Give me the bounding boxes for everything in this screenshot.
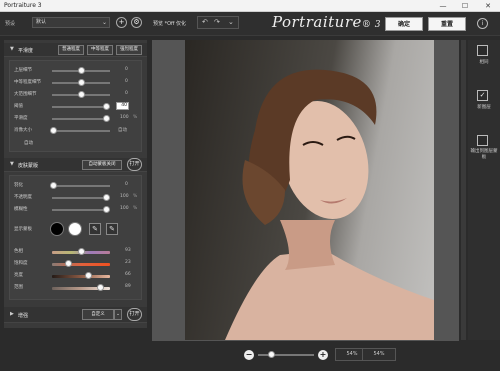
output-panel	[468, 40, 500, 340]
skin-mask-header[interactable]: ▼ 皮肤蒙版	[4, 158, 147, 172]
zoom-slider-knob[interactable]	[268, 351, 275, 358]
slider-knob[interactable]	[50, 127, 57, 134]
threshold-input[interactable]: 40	[116, 102, 129, 110]
smoothing-title: 平滑度	[18, 48, 34, 54]
slider-knob[interactable]	[50, 182, 57, 189]
preset-value: 默认	[36, 19, 47, 25]
collapse-triangle-icon: ▼	[10, 161, 14, 167]
window-title: Portraiture 3	[4, 2, 42, 9]
undo-redo-group: ↶ ↷ ⌄	[197, 16, 239, 29]
zoom-slider-track[interactable]	[258, 354, 314, 356]
slider-knob[interactable]	[103, 206, 110, 213]
eyedropper-icon[interactable]: ✎	[89, 223, 101, 235]
info-icon[interactable]: i	[477, 18, 488, 29]
slider-knob[interactable]	[78, 248, 85, 255]
mask-black-swatch[interactable]	[50, 222, 64, 236]
portrait-illustration	[225, 69, 434, 340]
output-new-layer-checkbox[interactable]: ✓	[477, 90, 488, 101]
saturation-gradient-track[interactable]	[52, 263, 110, 266]
slider-knob[interactable]	[103, 115, 110, 122]
enhance-select[interactable]: 自定义	[82, 309, 114, 320]
preset-label: 预设	[5, 21, 16, 27]
vertical-scrollbar[interactable]	[461, 40, 466, 340]
zoom-in-button[interactable]: +	[318, 350, 328, 360]
slider-knob[interactable]	[103, 194, 110, 201]
slider-knob[interactable]	[85, 272, 92, 279]
chevron-down-icon: ⌄	[101, 19, 107, 26]
ok-button[interactable]: 确定	[385, 17, 423, 31]
slider-knob[interactable]	[97, 284, 104, 291]
zoom-value-b[interactable]: 54%	[362, 348, 396, 361]
slider-track[interactable]	[52, 209, 110, 211]
show-mask-label: 显示蒙板	[14, 227, 32, 232]
skin-mask-title: 皮肤蒙版	[18, 163, 39, 169]
slider-knob[interactable]	[78, 67, 85, 74]
maximize-button[interactable]: ☐	[455, 0, 475, 12]
auto-mask-button[interactable]: 自动蒙板关闭	[82, 160, 122, 170]
expand-triangle-icon: ▶	[10, 311, 14, 317]
enhance-header[interactable]: ▶ 增强	[4, 307, 147, 323]
preview-label[interactable]: 预览 *Off 仅化	[153, 20, 186, 27]
logo: Portraiture® 3	[272, 13, 381, 31]
preset-strong-button[interactable]: 强烈程度	[116, 45, 142, 55]
slider-track[interactable]	[52, 130, 110, 132]
chevron-down-icon[interactable]: ⌄	[114, 309, 122, 320]
slider-track[interactable]	[52, 197, 110, 199]
eyedropper-minus-icon[interactable]: ✎	[106, 223, 118, 235]
title-bar: Portraiture 3 — ☐ ✕	[0, 0, 500, 12]
output-mask-label: 输出到图层蒙板	[470, 149, 498, 160]
zoom-out-button[interactable]: −	[244, 350, 254, 360]
reset-button[interactable]: 重置	[428, 17, 466, 31]
output-mask-checkbox[interactable]	[477, 135, 488, 146]
slider-track[interactable]	[52, 106, 110, 108]
skin-mask-toggle[interactable]: 打开	[127, 158, 142, 171]
slider-knob[interactable]	[65, 260, 72, 267]
gear-icon[interactable]: ⚙	[131, 17, 142, 28]
portrait-photo[interactable]	[185, 40, 434, 340]
slider-track[interactable]	[52, 185, 110, 187]
slider-knob[interactable]	[78, 91, 85, 98]
slider-track[interactable]	[52, 118, 110, 120]
mask-white-swatch[interactable]	[68, 222, 82, 236]
output-new-layer-label: 新图层	[477, 105, 491, 110]
minimize-button[interactable]: —	[433, 0, 453, 12]
preset-normal-button[interactable]: 普通程度	[58, 45, 84, 55]
collapse-triangle-icon: ▼	[10, 46, 14, 52]
preset-select[interactable]: 默认 ⌄	[32, 17, 110, 28]
close-button[interactable]: ✕	[478, 0, 498, 12]
output-same-checkbox[interactable]	[477, 45, 488, 56]
slider-knob[interactable]	[78, 79, 85, 86]
redo-icon[interactable]: ↷	[214, 18, 220, 26]
enhance-title: 增强	[18, 313, 29, 319]
slider-knob[interactable]	[103, 103, 110, 110]
enhance-toggle[interactable]: 打开	[127, 308, 142, 321]
auto-note: 自动	[24, 141, 33, 146]
plus-icon[interactable]: +	[116, 17, 127, 28]
chevron-down-icon[interactable]: ⌄	[228, 18, 234, 26]
output-same-label: 相同	[479, 60, 489, 65]
undo-icon[interactable]: ↶	[202, 18, 208, 26]
preset-medium-button[interactable]: 中等程度	[87, 45, 113, 55]
luminance-gradient-track[interactable]	[52, 275, 110, 278]
